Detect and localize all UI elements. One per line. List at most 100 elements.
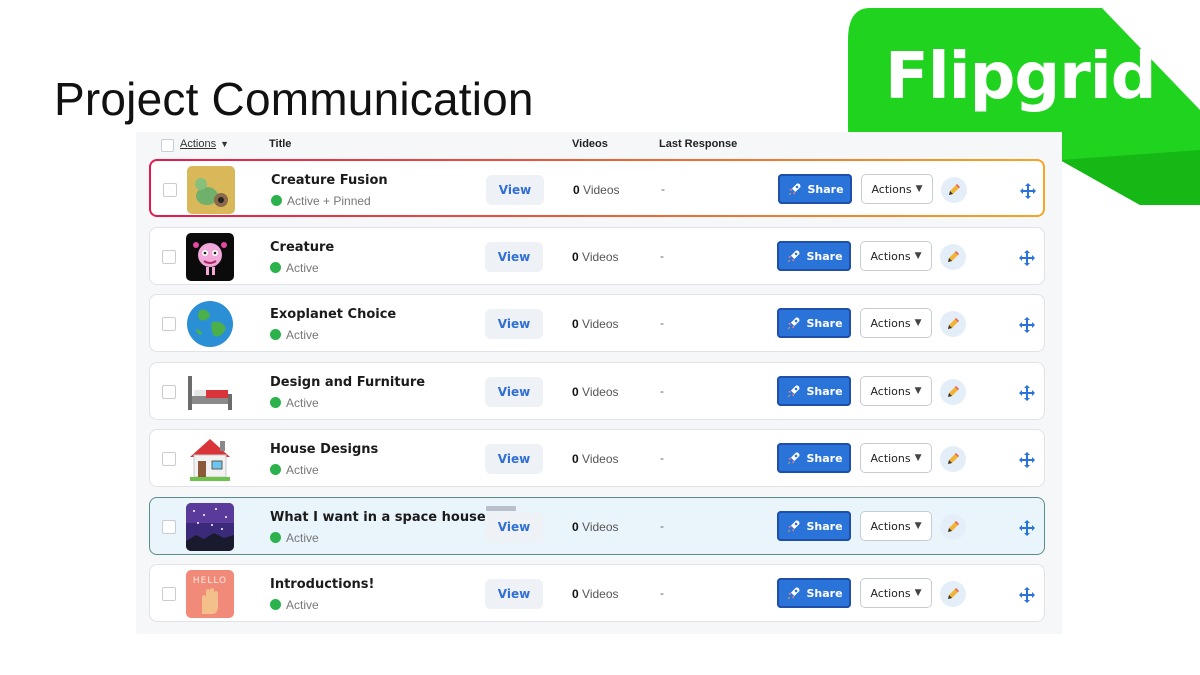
actions-dropdown[interactable]: Actions ▼ <box>860 241 932 271</box>
topic-status: Active <box>270 261 319 275</box>
edit-pencil-icon[interactable] <box>940 311 966 337</box>
actions-label: Actions <box>870 384 911 398</box>
video-count-label: Videos <box>582 520 619 534</box>
edit-pencil-icon[interactable] <box>940 581 966 607</box>
video-count-number: 0 <box>572 250 579 264</box>
actions-dropdown[interactable]: Actions ▼ <box>860 511 932 541</box>
share-label: Share <box>807 182 844 196</box>
actions-dropdown[interactable]: Actions ▼ <box>860 376 932 406</box>
view-button[interactable]: View <box>485 512 543 542</box>
chevron-down-icon: ▼ <box>220 139 229 149</box>
table-row[interactable]: Design and Furniture Active View 0 Video… <box>149 362 1045 420</box>
row-checkbox[interactable] <box>162 452 176 466</box>
topic-status: Active <box>270 598 319 612</box>
view-button[interactable]: View <box>486 175 544 205</box>
status-label: Active <box>286 598 319 612</box>
chevron-down-icon: ▼ <box>915 184 923 194</box>
status-dot <box>270 464 281 475</box>
topic-status: Active <box>270 396 319 410</box>
drag-move-icon[interactable] <box>1018 519 1036 537</box>
chevron-down-icon: ▼ <box>914 318 922 328</box>
actions-dropdown[interactable]: Actions ▼ <box>860 578 932 608</box>
drag-move-icon[interactable] <box>1018 451 1036 469</box>
row-checkbox[interactable] <box>163 183 177 197</box>
status-dot <box>271 195 282 206</box>
share-button[interactable]: Share <box>777 443 851 473</box>
video-count: 0 Videos <box>572 385 619 399</box>
actions-dropdown[interactable]: Actions ▼ <box>861 174 933 204</box>
actions-dropdown[interactable]: Actions ▼ <box>860 443 932 473</box>
share-button[interactable]: Share <box>777 578 851 608</box>
bulk-actions-menu[interactable]: Actions ▼ <box>180 138 229 150</box>
last-response: - <box>660 384 664 398</box>
topic-title[interactable]: Creature Fusion <box>271 173 388 188</box>
share-label: Share <box>806 249 843 263</box>
actions-label: Actions <box>870 249 911 263</box>
table-row[interactable]: Exoplanet Choice Active View 0 Videos - … <box>149 294 1045 352</box>
last-response: - <box>661 182 665 196</box>
row-checkbox[interactable] <box>162 385 176 399</box>
view-button[interactable]: View <box>485 242 543 272</box>
video-count-label: Videos <box>582 250 619 264</box>
row-checkbox[interactable] <box>162 587 176 601</box>
table-row[interactable]: What I want in a space house Active View… <box>149 497 1045 555</box>
actions-label: Actions <box>870 586 911 600</box>
table-row[interactable]: House Designs Active View 0 Videos - Sha… <box>149 429 1045 487</box>
row-checkbox[interactable] <box>162 250 176 264</box>
bulk-actions-label: Actions <box>180 138 217 150</box>
rocket-icon <box>788 317 800 329</box>
row-checkbox[interactable] <box>162 520 176 534</box>
edit-pencil-icon[interactable] <box>940 514 966 540</box>
topic-title[interactable]: House Designs <box>270 442 378 457</box>
video-count-number: 0 <box>572 520 579 534</box>
edit-pencil-icon[interactable] <box>941 177 967 203</box>
topic-title[interactable]: Exoplanet Choice <box>270 307 396 322</box>
row-checkbox[interactable] <box>162 317 176 331</box>
slide-title: Project Communication <box>54 73 534 125</box>
drag-move-icon[interactable] <box>1018 586 1036 604</box>
drag-move-icon[interactable] <box>1018 249 1036 267</box>
share-label: Share <box>806 586 843 600</box>
video-count-label: Videos <box>583 183 620 197</box>
topic-title[interactable]: Introductions! <box>270 577 374 592</box>
edit-pencil-icon[interactable] <box>940 244 966 270</box>
table-row[interactable]: Creature Active View 0 Videos - Share Ac… <box>149 227 1045 285</box>
last-response: - <box>660 316 664 330</box>
table-row[interactable]: HELLO Introductions! Active View 0 Video… <box>149 564 1045 622</box>
actions-dropdown[interactable]: Actions ▼ <box>860 308 932 338</box>
actions-label: Actions <box>870 316 911 330</box>
view-button[interactable]: View <box>485 377 543 407</box>
last-response: - <box>660 451 664 465</box>
topic-thumbnail-creature-fusion <box>187 166 235 214</box>
topic-title[interactable]: Creature <box>270 240 334 255</box>
drag-move-icon[interactable] <box>1019 182 1037 200</box>
topic-title[interactable]: Design and Furniture <box>270 375 425 390</box>
edit-pencil-icon[interactable] <box>940 379 966 405</box>
share-button[interactable]: Share <box>777 511 851 541</box>
share-button[interactable]: Share <box>777 241 851 271</box>
drag-move-icon[interactable] <box>1018 384 1036 402</box>
edit-pencil-icon[interactable] <box>940 446 966 472</box>
select-all-checkbox[interactable] <box>161 139 174 152</box>
rocket-icon <box>788 587 800 599</box>
status-label: Active <box>286 463 319 477</box>
view-button[interactable]: View <box>485 579 543 609</box>
chevron-down-icon: ▼ <box>914 251 922 261</box>
share-button[interactable]: Share <box>777 308 851 338</box>
video-count-number: 0 <box>573 183 580 197</box>
view-button[interactable]: View <box>485 309 543 339</box>
status-dot <box>270 262 281 273</box>
status-label: Active <box>286 261 319 275</box>
topic-thumbnail-house <box>186 435 234 483</box>
video-count-label: Videos <box>582 317 619 331</box>
hello-thumb-text: HELLO <box>193 576 227 586</box>
share-button[interactable]: Share <box>777 376 851 406</box>
last-response: - <box>660 586 664 600</box>
view-button[interactable]: View <box>485 444 543 474</box>
topic-title[interactable]: What I want in a space house <box>270 510 486 525</box>
video-count: 0 Videos <box>572 452 619 466</box>
table-row[interactable]: Creature Fusion Active + Pinned View 0 V… <box>149 159 1045 217</box>
share-button[interactable]: Share <box>778 174 852 204</box>
topic-thumbnail-hello-wave: HELLO <box>186 570 234 618</box>
drag-move-icon[interactable] <box>1018 316 1036 334</box>
